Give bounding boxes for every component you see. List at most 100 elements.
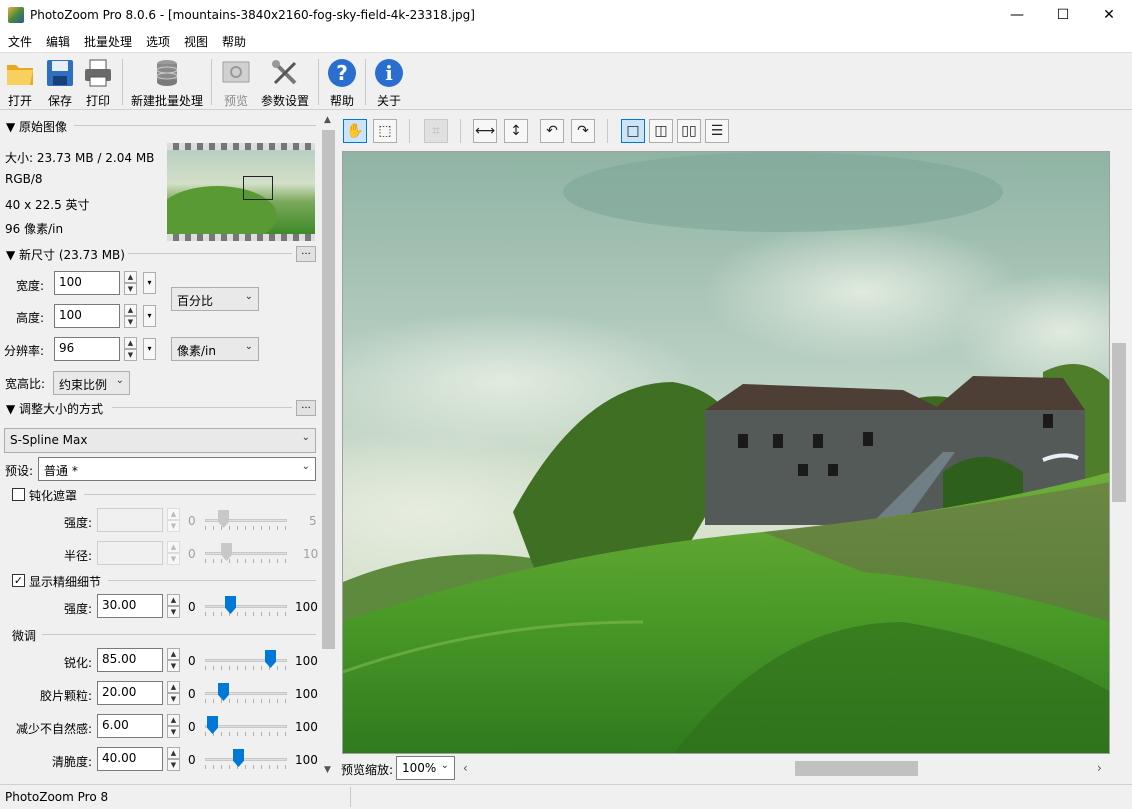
film-grain-slider[interactable] [205, 682, 287, 704]
resize-method-value: S-Spline Max [10, 433, 88, 447]
crispness-max: 100 [295, 753, 318, 767]
print-button[interactable]: 打印 [80, 55, 116, 109]
menu-help[interactable]: 帮助 [222, 33, 246, 50]
resize-method-select[interactable]: S-Spline Max ⌄ [4, 428, 316, 453]
thumbnail-viewport-box[interactable] [243, 176, 273, 200]
preview-label: 预览 [223, 94, 248, 108]
about-button[interactable]: i 关于 [371, 55, 407, 109]
new-batch-button[interactable]: 新建批量处理 [128, 55, 206, 109]
preview-button[interactable]: 预览 [218, 55, 254, 109]
scroll-right-icon[interactable]: › [1097, 761, 1102, 775]
menu-file[interactable]: 文件 [8, 33, 32, 50]
unsharp-strength-spinner[interactable]: ▲ ▼ [167, 508, 180, 532]
preset-select[interactable]: 普通 * ⌄ [38, 457, 316, 481]
crispness-slider[interactable] [205, 748, 287, 770]
fine-detail-strength-min: 0 [188, 600, 196, 614]
view-toolbar: ✋ ⬚ ⌗ ⟷ ↕ ↶ ↷ □ ◫ ▯▯ ☰ [339, 111, 1132, 149]
height-spinner[interactable]: ▲ ▼ [124, 304, 137, 328]
single-view-button[interactable]: □ [621, 119, 645, 143]
unsharp-radius-slider[interactable] [205, 542, 287, 564]
panel-scrollbar-thumb[interactable] [322, 130, 335, 649]
side-by-side-view-button[interactable]: ▯▯ [677, 119, 701, 143]
rotate-left-button[interactable]: ↶ [540, 119, 564, 143]
fine-detail-strength-spinner[interactable]: ▲ ▼ [167, 594, 180, 618]
fine-detail-strength-slider[interactable] [205, 595, 287, 617]
scroll-down-icon[interactable]: ▼ [324, 765, 331, 775]
top-bottom-view-button[interactable]: ☰ [705, 119, 729, 143]
sharpen-spinner[interactable]: ▲ ▼ [167, 648, 180, 672]
resolution-menu-button[interactable]: ▾ [143, 338, 156, 360]
new-size-header[interactable]: ▼ 新尺寸 (23.73 MB) [6, 246, 125, 263]
resize-method-header[interactable]: ▼ 调整大小的方式 [6, 400, 103, 417]
chevron-down-icon: ⌄ [440, 760, 449, 771]
unsharp-strength-input[interactable] [97, 508, 163, 532]
scroll-left-icon[interactable]: ‹ [463, 761, 468, 775]
thumbnail-image[interactable] [167, 150, 315, 234]
resolution-spinner[interactable]: ▲ ▼ [124, 337, 137, 361]
resolution-unit-select[interactable]: 像素/in ⌄ [171, 337, 259, 361]
chevron-down-icon: ⌄ [301, 432, 310, 443]
unsharp-radius-min: 0 [188, 547, 196, 561]
select-tool-button[interactable]: ⬚ [373, 119, 397, 143]
artifact-reduction-input[interactable]: 6.00 [97, 714, 163, 738]
settings-button[interactable]: 参数设置 [258, 55, 312, 109]
chevron-down-icon: ⌄ [115, 375, 124, 386]
width-input[interactable]: 100 [54, 271, 120, 295]
original-image-header[interactable]: ▼ 原始图像 [6, 118, 67, 135]
artifact-reduction-spinner[interactable]: ▲ ▼ [167, 714, 180, 738]
resize-more-button[interactable]: ... [296, 400, 316, 416]
unsharp-strength-slider[interactable] [205, 509, 287, 531]
unsharp-radius-spinner[interactable]: ▲ ▼ [167, 541, 180, 565]
fine-detail-strength-input[interactable]: 30.00 [97, 594, 163, 618]
flip-horizontal-button[interactable]: ⟷ [473, 119, 497, 143]
help-button[interactable]: ? 帮助 [324, 55, 360, 109]
status-bar: PhotoZoom Pro 8 [0, 784, 1132, 809]
resolution-input[interactable]: 96 [54, 337, 120, 361]
aspect-ratio-select[interactable]: 约束比例 ⌄ [53, 371, 130, 395]
rotate-right-button[interactable]: ↷ [571, 119, 595, 143]
hand-tool-button[interactable]: ✋ [343, 119, 367, 143]
split-view-button[interactable]: ◫ [649, 119, 673, 143]
crispness-input[interactable]: 40.00 [97, 747, 163, 771]
chevron-down-icon: ⌄ [244, 291, 253, 302]
crop-button[interactable]: ⌗ [424, 119, 448, 143]
close-button[interactable]: ✕ [1086, 0, 1132, 30]
height-menu-button[interactable]: ▾ [143, 305, 156, 327]
save-button[interactable]: 保存 [42, 55, 78, 109]
toolbar-separator [365, 59, 366, 105]
sharpen-slider[interactable] [205, 649, 287, 671]
width-menu-button[interactable]: ▾ [143, 272, 156, 294]
unsharp-radius-input[interactable] [97, 541, 163, 565]
film-grain-input[interactable]: 20.00 [97, 681, 163, 705]
menu-view[interactable]: 视图 [184, 33, 208, 50]
print-label: 打印 [85, 94, 110, 108]
maximize-button[interactable]: ☐ [1040, 0, 1086, 30]
menu-edit[interactable]: 编辑 [46, 33, 70, 50]
crispness-spinner[interactable]: ▲ ▼ [167, 747, 180, 771]
original-resolution: 96 像素/in [5, 222, 64, 236]
preset-value: 普通 * [44, 464, 78, 478]
preview-vertical-scrollbar-thumb[interactable] [1112, 343, 1126, 502]
artifact-reduction-slider[interactable] [205, 715, 287, 737]
open-button[interactable]: 打开 [2, 55, 38, 109]
menu-options[interactable]: 选项 [146, 33, 170, 50]
toolbar-separator [460, 119, 461, 143]
unsharp-mask-checkbox[interactable] [12, 488, 25, 501]
crispness-min: 0 [188, 753, 196, 767]
height-input[interactable]: 100 [54, 304, 120, 328]
size-unit-select[interactable]: 百分比 ⌄ [171, 287, 259, 311]
menu-bar: 文件 编辑 批量处理 选项 视图 帮助 [0, 30, 1132, 52]
film-grain-min: 0 [188, 687, 196, 701]
preview-canvas[interactable] [342, 151, 1110, 754]
preview-horizontal-scrollbar-thumb[interactable] [795, 761, 918, 776]
preview-zoom-select[interactable]: 100% ⌄ [396, 756, 455, 780]
sharpen-input[interactable]: 85.00 [97, 648, 163, 672]
flip-vertical-button[interactable]: ↕ [504, 119, 528, 143]
width-spinner[interactable]: ▲ ▼ [124, 271, 137, 295]
film-grain-spinner[interactable]: ▲ ▼ [167, 681, 180, 705]
minimize-button[interactable]: — [994, 0, 1040, 30]
new-size-more-button[interactable]: ... [296, 246, 316, 262]
fine-detail-checkbox[interactable]: ✓ [12, 574, 25, 587]
scroll-up-icon[interactable]: ▲ [324, 115, 331, 125]
menu-batch[interactable]: 批量处理 [84, 33, 132, 50]
